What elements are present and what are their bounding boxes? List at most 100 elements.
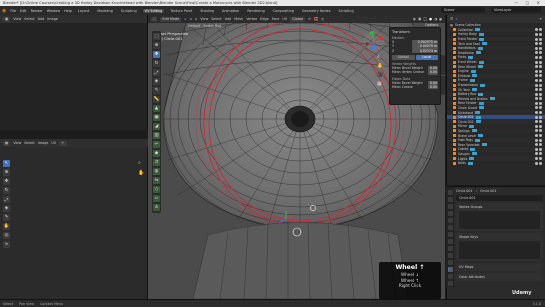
outliner-display-icon[interactable]: ☰ (450, 17, 453, 21)
visibility-eye-icon[interactable] (535, 120, 542, 124)
transform-orientation-dropdown[interactable]: Global (290, 16, 305, 22)
move-tool-icon[interactable]: ✥ (3, 178, 10, 185)
mean-vertex-crease-field[interactable]: 0.00 (428, 70, 438, 75)
physics-tab-icon[interactable] (447, 253, 453, 258)
proportional-edit-icon[interactable]: ◎ (321, 17, 324, 21)
extrude-tool-icon[interactable]: ▲ (153, 105, 160, 112)
vertex-groups-panel[interactable]: Vertex Groups (456, 203, 543, 231)
visibility-eye-icon[interactable] (535, 161, 542, 165)
zoom-icon[interactable]: ⌕ (138, 160, 144, 166)
wireframe-shading-icon[interactable]: ◯ (423, 17, 427, 21)
mode-dropdown[interactable]: Edit Mode (160, 16, 182, 22)
uv-menu-image[interactable]: Image (47, 17, 58, 21)
menu-window[interactable]: Window (47, 9, 60, 13)
menu-edit[interactable]: Edit (20, 9, 27, 13)
workspace-tab-shading[interactable]: Shading (198, 9, 216, 13)
uv-editor-type-button[interactable]: ▦ (3, 140, 11, 146)
smooth-tool-icon[interactable]: ◍ (153, 168, 160, 175)
vp-menu-view[interactable]: View (200, 17, 208, 21)
inset-tool-icon[interactable]: ▣ (153, 114, 160, 121)
output-tab-icon[interactable] (447, 204, 453, 209)
shape-keys-panel[interactable]: Shape Keys (456, 233, 543, 261)
tab-view[interactable] (441, 75, 445, 95)
uv-lower-menu-select[interactable]: Select (24, 141, 34, 145)
workspace-tab-animation[interactable]: Animation (220, 9, 241, 13)
visibility-eye-icon[interactable] (535, 147, 542, 151)
visibility-eye-icon[interactable] (535, 32, 542, 36)
scale-tool-icon[interactable]: ⤢ (153, 69, 160, 76)
outliner-search-icon[interactable]: ⌕ (456, 17, 458, 21)
workspace-tab-rendering[interactable]: Rendering (245, 9, 266, 13)
visibility-eye-icon[interactable] (535, 65, 542, 69)
visibility-eye-icon[interactable] (535, 60, 542, 64)
texture-tab-icon[interactable] (447, 281, 453, 286)
blender-logo-icon[interactable]: ◉ (2, 8, 6, 14)
relax-tool-icon[interactable]: ≈ (3, 241, 10, 248)
visibility-eye-icon[interactable] (535, 101, 542, 105)
pivot-dropdown[interactable]: Default (188, 24, 200, 28)
vp-menu-edge[interactable]: Edge (260, 17, 269, 21)
local-button[interactable]: Local (415, 55, 438, 60)
z-field[interactable]: 0.02374 m (412, 48, 438, 54)
visibility-eye-icon[interactable] (535, 28, 542, 32)
shear-tool-icon[interactable]: ▱ (153, 195, 160, 202)
uv-maps-panel[interactable]: UV Maps (456, 263, 543, 271)
workspace-tab-layout[interactable]: Layout (76, 9, 92, 13)
cursor-tool-icon[interactable]: ⊕ (3, 169, 10, 176)
move-tool-icon[interactable]: ✥ (153, 51, 160, 58)
uv-lower-menu-view[interactable]: View (13, 141, 21, 145)
workspace-tab-sculpting[interactable]: Sculpting (119, 9, 139, 13)
rendered-shading-icon[interactable]: ◕ (439, 17, 442, 21)
visibility-eye-icon[interactable] (535, 106, 542, 110)
visibility-eye-icon[interactable] (535, 111, 542, 115)
visibility-eye-icon[interactable] (535, 134, 542, 138)
bevel-tool-icon[interactable]: ◢ (153, 123, 160, 130)
vp-menu-vertex[interactable]: Vertex (246, 17, 257, 21)
transform-tool-icon[interactable]: ◈ (153, 78, 160, 85)
select-box-tool-icon[interactable]: ⬚ (153, 33, 160, 40)
navigation-gizmo[interactable] (363, 30, 385, 52)
rip-tool-icon[interactable]: ⋔ (153, 204, 160, 211)
material-shading-icon[interactable]: ◑ (434, 17, 437, 21)
pan-hand-icon[interactable]: ✋ (377, 63, 383, 69)
annotate-tool-icon[interactable]: ✎ (3, 214, 10, 221)
uv-lower-menu-image[interactable]: Image (38, 141, 49, 145)
visibility-eye-icon[interactable] (535, 115, 542, 119)
spin-tool-icon[interactable]: ↺ (153, 159, 160, 166)
rotate-tool-icon[interactable]: ↻ (153, 60, 160, 67)
vp-menu-add[interactable]: Add (225, 17, 232, 21)
cursor-tool-icon[interactable]: ⊕ (153, 42, 160, 49)
mesh-data-tab-icon[interactable] (447, 267, 453, 272)
visibility-eye-icon[interactable] (535, 152, 542, 156)
camera-icon[interactable]: 🎥 (377, 72, 383, 78)
edge-select-icon[interactable]: ▫ (190, 17, 192, 21)
visibility-eye-icon[interactable] (535, 37, 542, 41)
uv-mode-dropdown[interactable]: ▣ (3, 16, 11, 22)
visibility-eye-icon[interactable] (535, 157, 542, 161)
vp-menu-uv[interactable]: UV (282, 17, 287, 21)
edge-slide-tool-icon[interactable]: ⇋ (153, 177, 160, 184)
visibility-eye-icon[interactable] (535, 55, 542, 59)
global-button[interactable]: Global (392, 55, 415, 60)
select-tool-icon[interactable]: ↖ (3, 160, 10, 167)
uv-new-image-button[interactable]: ＋ (59, 140, 67, 146)
loop-cut-tool-icon[interactable]: ▥ (153, 132, 160, 139)
visibility-eye-icon[interactable] (535, 74, 542, 78)
scene-selector[interactable]: Scene (441, 7, 485, 13)
visibility-eye-icon[interactable] (535, 92, 542, 96)
visibility-eye-icon[interactable] (535, 124, 542, 128)
uv-menu-view[interactable]: View (13, 17, 21, 21)
visibility-eye-icon[interactable] (535, 129, 542, 133)
visibility-eye-icon[interactable] (535, 46, 542, 50)
grid-icon[interactable]: ▦ (377, 81, 383, 87)
knife-tool-icon[interactable]: ✂ (153, 141, 160, 148)
mesh-name-field[interactable]: Circle.001 (456, 195, 543, 201)
uv-lower-menu-uv[interactable]: UV (51, 141, 56, 145)
filter-icon[interactable]: ⏷ (539, 17, 545, 21)
uv-editor-lower[interactable] (0, 139, 148, 299)
vertex-groups-list[interactable] (459, 211, 540, 229)
visibility-eye-icon[interactable] (535, 97, 542, 101)
scene-tab-icon[interactable] (447, 218, 453, 223)
uv-menu-select[interactable]: Select (24, 17, 34, 21)
mean-crease-field[interactable]: 0.00 (428, 84, 438, 90)
